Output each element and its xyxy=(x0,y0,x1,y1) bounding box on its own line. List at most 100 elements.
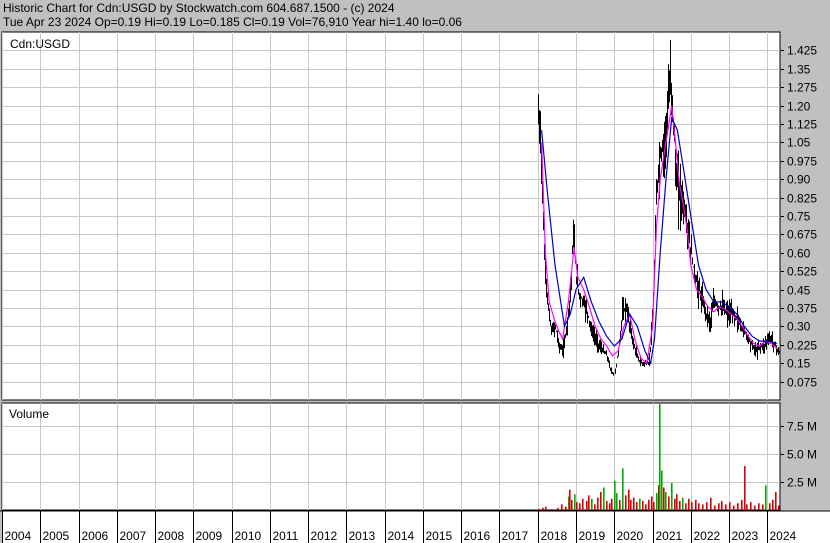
x-tick-label: 2023 xyxy=(732,529,759,543)
x-tick-label: 2006 xyxy=(82,529,109,543)
volume-bar xyxy=(600,491,602,510)
price-y-tick-label: 0.45 xyxy=(787,284,811,298)
price-y-tick-label: 0.525 xyxy=(787,265,817,279)
volume-bar xyxy=(576,502,578,510)
volume-bar xyxy=(762,504,764,510)
volume-bar xyxy=(557,507,559,510)
volume-bar xyxy=(574,494,576,510)
volume-bar xyxy=(630,499,632,510)
price-y-tick-label: 0.75 xyxy=(787,210,811,224)
price-y-tick-label: 0.30 xyxy=(787,320,811,334)
volume-bar xyxy=(591,498,593,510)
volume-bar xyxy=(725,504,727,510)
volume-bar xyxy=(765,485,767,510)
volume-bar xyxy=(729,502,731,510)
volume-bar xyxy=(695,499,697,510)
volume-bar xyxy=(551,508,553,510)
x-tick-label: 2016 xyxy=(464,529,491,543)
volume-y-tick-label: 5.0 M xyxy=(787,448,817,462)
volume-bar xyxy=(718,503,720,510)
x-tick-label: 2009 xyxy=(196,529,223,543)
x-tick-label: 2019 xyxy=(579,529,606,543)
volume-bar xyxy=(633,497,635,510)
volume-bar xyxy=(754,505,756,510)
price-y-tick-label: 0.975 xyxy=(787,155,817,169)
volume-bar xyxy=(653,502,655,510)
x-tick-label: 2020 xyxy=(617,529,644,543)
volume-bar xyxy=(671,482,673,510)
volume-bar xyxy=(545,506,547,510)
volume-bar xyxy=(569,489,571,510)
volume-y-tick-label: 2.5 M xyxy=(787,476,817,490)
price-y-tick-label: 1.125 xyxy=(787,118,817,132)
volume-bar xyxy=(561,504,563,510)
volume-bar xyxy=(679,500,681,510)
x-tick-label: 2013 xyxy=(349,529,376,543)
price-y-tick-label: 1.35 xyxy=(787,63,811,77)
volume-bar xyxy=(603,487,605,510)
volume-bar xyxy=(609,503,611,510)
price-y-tick-label: 0.375 xyxy=(787,302,817,316)
chart-window: Historic Chart for Cdn:USGD by Stockwatc… xyxy=(0,0,830,543)
volume-bar xyxy=(651,496,653,510)
x-tick-label: 2012 xyxy=(311,529,338,543)
stock-chart: 2004 2005 2006 2007 2008 2009 2010 2011 2012 2013… xyxy=(0,31,830,543)
x-tick-label: 2007 xyxy=(120,529,147,543)
volume-y-tick-label: 7.5 M xyxy=(787,420,817,434)
volume-bar xyxy=(668,496,670,510)
volume-bar xyxy=(611,498,613,510)
price-y-tick-label: 0.825 xyxy=(787,192,817,206)
volume-bar xyxy=(714,505,716,510)
price-y-tick-label: 1.275 xyxy=(787,81,817,95)
volume-bar xyxy=(656,493,658,510)
volume-bar xyxy=(758,503,760,510)
volume-bar xyxy=(614,480,616,510)
volume-bar xyxy=(606,500,608,510)
volume-bar xyxy=(746,504,748,510)
volume-bar xyxy=(721,500,723,510)
volume-bar xyxy=(616,493,618,510)
volume-bar xyxy=(775,491,777,510)
volume-bar xyxy=(594,504,596,510)
volume-bar xyxy=(542,507,544,510)
volume-bar xyxy=(772,499,774,510)
volume-bar xyxy=(565,506,567,510)
volume-bar xyxy=(710,497,712,510)
volume-bar xyxy=(682,497,684,510)
x-tick-label: 2004 xyxy=(5,529,32,543)
volume-bar xyxy=(698,503,700,510)
volume-bar xyxy=(659,404,661,510)
volume-bar xyxy=(674,498,676,510)
volume-bar xyxy=(702,504,704,510)
volume-bar xyxy=(750,502,752,510)
volume-bar xyxy=(737,503,739,510)
price-y-tick-label: 0.60 xyxy=(787,247,811,261)
volume-bar xyxy=(676,494,678,510)
price-y-tick-label: 1.425 xyxy=(787,44,817,58)
price-y-tick-label: 0.075 xyxy=(787,376,817,390)
volume-bar xyxy=(628,489,630,510)
volume-bar xyxy=(622,468,624,510)
x-tick-label: 2008 xyxy=(158,529,185,543)
volume-bar xyxy=(663,487,665,510)
volume-bar xyxy=(665,491,667,510)
volume-bar xyxy=(597,497,599,510)
volume-bar xyxy=(706,502,708,510)
volume-bar xyxy=(538,508,540,510)
volume-bar xyxy=(625,495,627,510)
volume-bar xyxy=(571,499,573,510)
price-y-tick-label: 1.05 xyxy=(787,136,811,150)
x-tick-label: 2005 xyxy=(43,529,70,543)
volume-bar xyxy=(588,495,590,510)
volume-bar xyxy=(648,499,650,510)
volume-bar xyxy=(744,466,746,510)
volume-bar xyxy=(636,502,638,510)
volume-bar xyxy=(642,500,644,510)
volume-panel-title: Volume xyxy=(9,407,49,421)
x-tick-label: 2021 xyxy=(656,529,683,543)
volume-bar xyxy=(769,503,771,510)
volume-bar xyxy=(733,505,735,510)
volume-bar xyxy=(685,503,687,510)
volume-bar xyxy=(586,500,588,510)
x-tick-label: 2011 xyxy=(273,529,299,543)
